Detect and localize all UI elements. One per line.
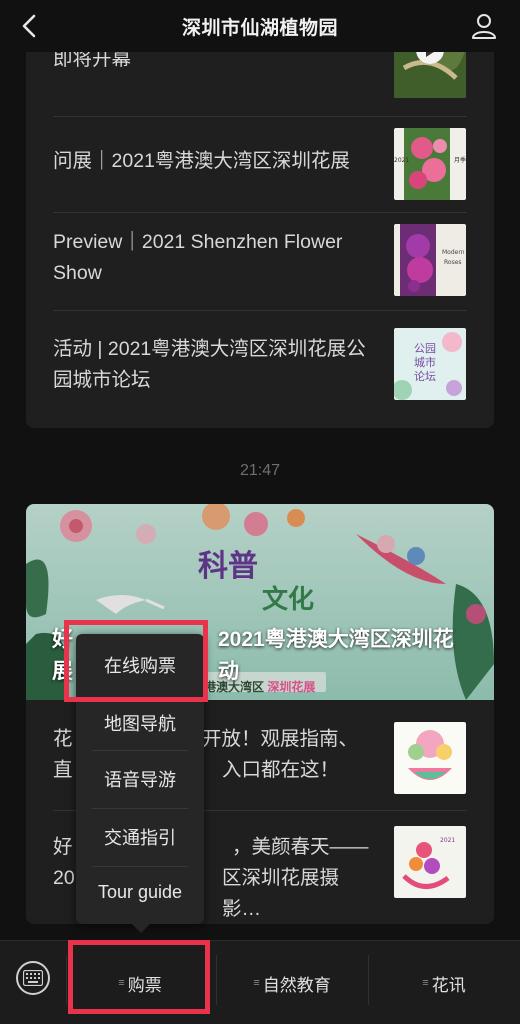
svg-text:2021: 2021 <box>440 837 455 844</box>
menu-divider <box>92 808 188 809</box>
article-list-item[interactable]: 活动 | 2021粤港澳大湾区深圳花展公园城市论坛 公园 城市 论坛 <box>26 328 494 400</box>
divider <box>53 116 467 117</box>
article-thumbnail <box>394 722 466 794</box>
divider <box>53 212 467 213</box>
menu-divider <box>92 698 188 699</box>
top-nav-bar: 深圳市仙湖植物园 <box>0 0 520 52</box>
banner-headline-left: 好 <box>52 628 73 651</box>
svg-text:Roses: Roses <box>444 259 462 266</box>
forum-poster-thumbnail: 公园 城市 论坛 <box>394 328 466 400</box>
menu-item-map-navigation[interactable]: 地图导航 <box>76 710 204 736</box>
menu-lines-icon: ≡ <box>118 977 125 989</box>
article-list-item[interactable]: 问展｜2021粤港澳大湾区深圳花展 2021 月季 <box>26 128 494 200</box>
quick-menu-popup: 在线购票 地图导航 语音导游 交通指引 Tour guide <box>76 634 204 924</box>
menu-lines-icon: ≡ <box>422 977 429 989</box>
banner-tag-highlight: 深圳花展 <box>267 680 316 694</box>
menu-item-audio-guide[interactable]: 语音导游 <box>76 766 204 792</box>
banner-headline-right: 2021粤港澳大湾区深圳花 <box>218 628 454 651</box>
banner-tag: 港澳大湾区 深圳花展 <box>204 678 315 695</box>
svg-text:Modern: Modern <box>442 249 465 256</box>
bottom-menu-bar: ≡ 购票 ≡ 自然教育 ≡ 花讯 <box>0 940 520 1024</box>
menu-item-transport[interactable]: 交通指引 <box>76 824 204 850</box>
page-title: 深圳市仙湖植物园 <box>181 17 338 39</box>
flower-poster-thumbnail: Modern Roses <box>394 224 466 296</box>
tab-flower-news[interactable]: ≡ 花讯 <box>368 941 520 1024</box>
svg-text:公园: 公园 <box>414 342 436 355</box>
tab-buy-ticket[interactable]: ≡ 购票 <box>66 941 214 1024</box>
article-title: 活动 | 2021粤港澳大湾区深圳花展公园城市论坛 <box>53 338 366 391</box>
back-icon[interactable] <box>14 10 46 42</box>
menu-item-online-ticket[interactable]: 在线购票 <box>76 652 204 678</box>
message-timestamp: 21:47 <box>239 462 281 479</box>
svg-text:2021: 2021 <box>394 157 409 164</box>
tab-label: 自然教育 <box>262 975 331 995</box>
menu-item-tour-guide[interactable]: Tour guide <box>76 882 204 903</box>
article-title-right: 开放！观展指南、 <box>202 728 359 750</box>
tab-label: 花讯 <box>431 975 466 995</box>
popup-arrow <box>132 924 150 933</box>
menu-divider <box>92 866 188 867</box>
article-title-right: ，美颜春天—— <box>232 836 369 858</box>
profile-icon[interactable] <box>470 12 498 40</box>
svg-text:论坛: 论坛 <box>414 369 436 383</box>
article-title-right: 区深圳花展摄影… <box>222 867 340 920</box>
svg-text:城市: 城市 <box>414 355 436 369</box>
article-title-right: 入口都在这！ <box>222 759 340 781</box>
divider <box>53 310 467 311</box>
article-title: Preview｜2021 Shenzhen Flower Show <box>53 231 343 284</box>
tab-nature-education[interactable]: ≡ 自然教育 <box>216 941 368 1024</box>
article-list-item[interactable]: Preview｜2021 Shenzhen Flower Show Modern… <box>26 224 494 296</box>
article-thumbnail: 2021 <box>394 826 466 898</box>
menu-lines-icon: ≡ <box>253 977 260 989</box>
tab-label: 购票 <box>127 975 162 995</box>
article-card: … 即将开幕 问展｜2021粤港澳大湾区深圳花展 2021 <box>26 30 494 428</box>
article-title: 问展｜2021粤港澳大湾区深圳花展 <box>53 150 350 172</box>
flower-poster-thumbnail: 2021 月季 <box>394 128 466 200</box>
keyboard-icon[interactable] <box>16 961 50 995</box>
banner-headline-left2: 展 <box>52 660 73 683</box>
banner-tag-text: 港澳大湾区 <box>204 680 265 694</box>
svg-text:月季: 月季 <box>454 156 466 164</box>
menu-divider <box>92 750 188 751</box>
